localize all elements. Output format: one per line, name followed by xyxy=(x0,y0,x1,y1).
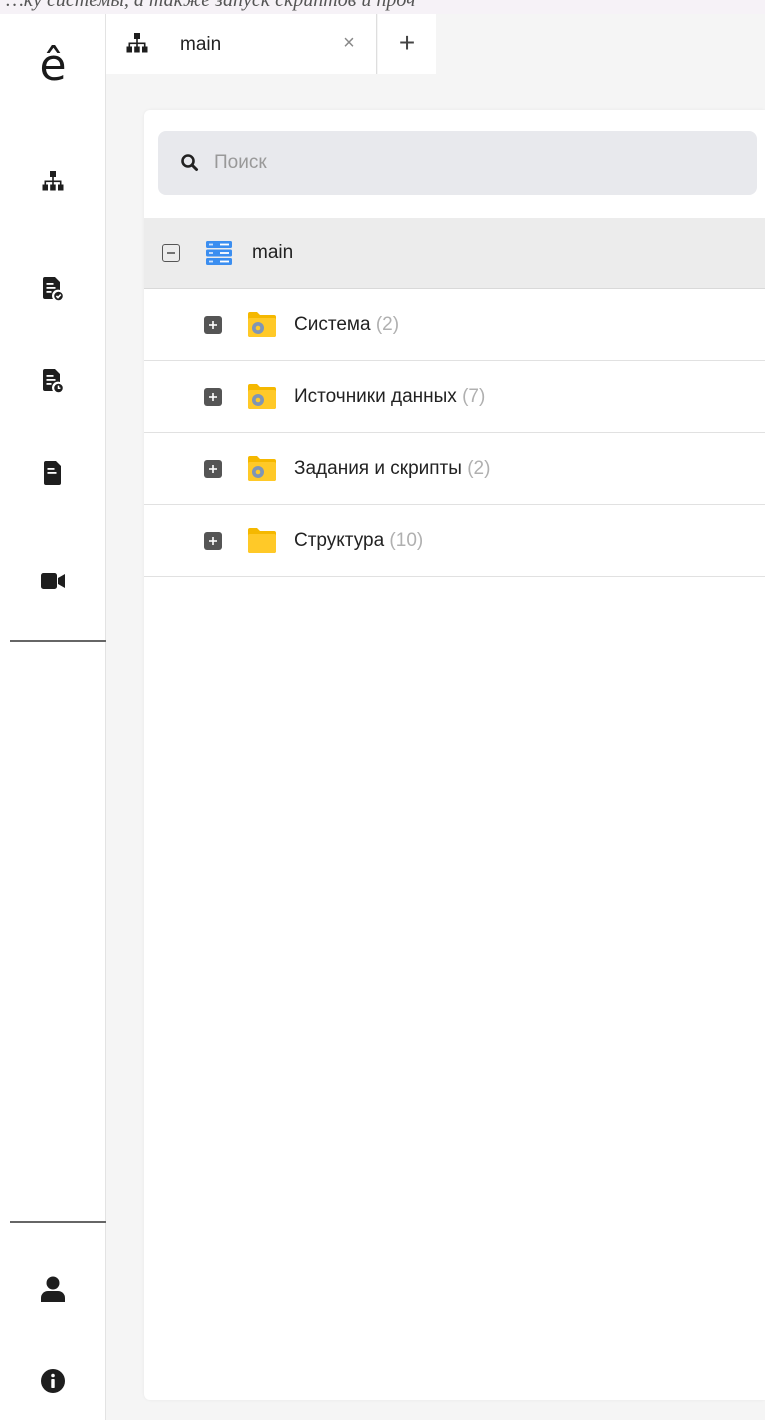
folder-gear-icon xyxy=(248,383,276,414)
tree-node-count: (2) xyxy=(467,457,491,479)
sidebar-divider-top xyxy=(10,640,106,642)
add-tab-button[interactable]: + xyxy=(378,14,436,74)
tree-node-count: (10) xyxy=(389,529,424,551)
sidebar-item-structure[interactable] xyxy=(30,158,76,204)
tree-node-label: main xyxy=(252,242,294,263)
folder-icon xyxy=(248,527,276,558)
header-strip: …ку системы, а также запуск скриптов и п… xyxy=(0,0,765,14)
sidebar-item-video[interactable] xyxy=(30,558,76,604)
tree-node-main[interactable]: main xyxy=(144,218,765,289)
search-input[interactable] xyxy=(214,131,734,195)
sitemap-icon xyxy=(126,32,148,59)
sidebar: ê xyxy=(0,14,106,1420)
tree-view: main Система (2) Источники данных (7) За… xyxy=(144,218,765,577)
tree-node-istochniki-dannykh[interactable]: Источники данных (7) xyxy=(144,361,765,433)
sidebar-item-docs-check[interactable] xyxy=(30,266,76,312)
tree-node-label: Структура (10) xyxy=(294,529,424,551)
tree-node-label: Система (2) xyxy=(294,313,400,335)
header-strip-text: …ку системы, а также запуск скриптов и п… xyxy=(6,0,416,11)
sidebar-divider-bottom xyxy=(10,1221,106,1223)
tree-node-zadaniya-i-skripty[interactable]: Задания и скрипты (2) xyxy=(144,433,765,505)
tab-main[interactable]: main × xyxy=(106,14,377,74)
expand-toggle[interactable] xyxy=(204,315,222,334)
sidebar-item-info[interactable] xyxy=(30,1358,76,1404)
file-clock-icon xyxy=(43,369,63,393)
tab-label: main xyxy=(180,34,222,55)
video-camera-icon xyxy=(41,573,65,589)
folder-gear-icon xyxy=(248,455,276,486)
sidebar-item-user[interactable] xyxy=(30,1266,76,1312)
main-area: main × + Поиск main Система (2) Источник… xyxy=(106,14,765,1420)
info-icon xyxy=(41,1369,65,1393)
tree-node-label: Задания и скрипты (2) xyxy=(294,457,491,479)
tree-node-count: (7) xyxy=(462,385,486,407)
search-icon xyxy=(181,154,198,171)
tree-node-sistema[interactable]: Система (2) xyxy=(144,289,765,361)
file-icon xyxy=(44,461,61,485)
expand-toggle[interactable] xyxy=(204,531,222,550)
collapse-toggle[interactable] xyxy=(162,244,180,262)
expand-toggle[interactable] xyxy=(204,387,222,406)
user-icon xyxy=(41,1276,65,1302)
search-box[interactable] xyxy=(158,131,757,195)
sitemap-icon xyxy=(42,171,64,191)
tree-panel: main Система (2) xyxy=(144,110,765,1400)
tab-bar: main × + xyxy=(106,14,765,74)
sidebar-item-docs-clock[interactable] xyxy=(30,358,76,404)
expand-toggle[interactable] xyxy=(204,459,222,478)
app-logo[interactable]: ê xyxy=(31,38,75,94)
tree-node-label: Источники данных (7) xyxy=(294,385,486,407)
sidebar-item-docs[interactable] xyxy=(30,450,76,496)
folder-gear-icon xyxy=(248,311,276,342)
database-icon xyxy=(206,241,232,270)
file-check-icon xyxy=(43,277,63,301)
tree-node-count: (2) xyxy=(375,313,400,335)
tab-close-button[interactable]: × xyxy=(338,32,360,54)
tree-node-struktura[interactable]: Структура (10) xyxy=(144,505,765,577)
